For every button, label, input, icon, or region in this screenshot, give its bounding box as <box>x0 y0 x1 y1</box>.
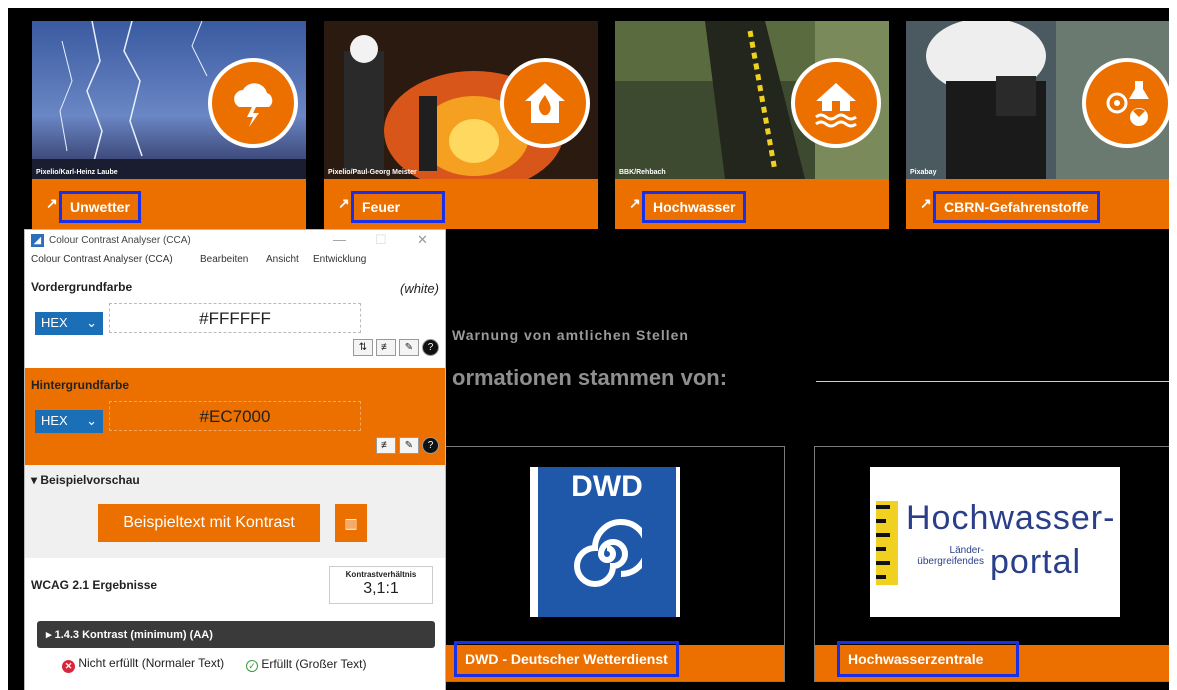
help-icon[interactable]: ? <box>422 339 439 356</box>
tile-bar[interactable]: ↗ Hochwasser <box>615 179 889 229</box>
tile-feuer[interactable]: Pixelio/Paul-Georg Meister ↗ Feuer <box>324 21 598 229</box>
contrast-ratio-value: 3,1:1 <box>363 580 399 597</box>
criterion-143-toggle[interactable]: ▸ 1.4.3 Kontrast (minimum) (AA) <box>37 621 435 648</box>
partner-label[interactable]: Hochwasserzentrale <box>837 641 1019 677</box>
menu-app[interactable]: Colour Contrast Analyser (CCA) <box>31 254 173 265</box>
window-title: Colour Contrast Analyser (CCA) <box>49 235 191 246</box>
app-icon: ◢ <box>31 234 44 247</box>
house-fire-icon <box>500 58 590 148</box>
logo-subtitle: Länder-übergreifendes <box>914 545 984 567</box>
tile-hochwasser[interactable]: BBK/Rehbach ↗ Hochwasser <box>615 21 889 229</box>
minimize-icon[interactable]: — <box>333 232 346 247</box>
external-link-icon: ↗ <box>920 195 932 211</box>
external-link-icon: ↗ <box>629 195 641 211</box>
check-icon: ✓ <box>246 660 258 672</box>
tile-bar[interactable]: ↗ Unwetter <box>32 179 306 229</box>
chevron-down-icon: ⌄ <box>86 315 97 330</box>
menu-ansicht[interactable]: Ansicht <box>266 254 299 265</box>
spiral-icon <box>574 519 642 587</box>
foreground-hex-input[interactable]: #FFFFFF <box>109 303 361 333</box>
result-pass: ✓ Erfüllt (Großer Text) <box>246 657 366 672</box>
sliders-icon[interactable]: ≢ <box>376 437 396 454</box>
background-tools: ≢ ✎? <box>373 437 439 454</box>
partner-bar[interactable]: DWD - Deutscher Wetterdienst <box>424 641 784 681</box>
warning-text: Warnung von amtlichen Stellen <box>452 327 689 343</box>
foreground-label: Vordergrundfarbe <box>31 280 133 294</box>
external-link-icon: ↗ <box>46 195 58 211</box>
title-bar[interactable]: ◢ Colour Contrast Analyser (CCA) — ☐ ✕ <box>25 230 445 252</box>
partner-label[interactable]: DWD - Deutscher Wetterdienst <box>454 641 679 677</box>
tile-label[interactable]: Unwetter <box>59 191 141 223</box>
sample-text: Beispieltext mit Kontrast <box>98 504 320 542</box>
tile-label[interactable]: Hochwasser <box>642 191 747 223</box>
eyedropper-icon[interactable]: ✎ <box>399 437 419 454</box>
thunderstorm-icon <box>208 58 298 148</box>
external-link-icon: ↗ <box>338 195 350 211</box>
background-hex-input[interactable]: #EC7000 <box>109 401 361 431</box>
tile-bar[interactable]: ↗ CBRN-Gefahrenstoffe <box>906 179 1169 229</box>
sliders-icon[interactable]: ≢ <box>376 339 396 356</box>
help-icon[interactable]: ? <box>422 437 439 454</box>
cca-window[interactable]: ◢ Colour Contrast Analyser (CCA) — ☐ ✕ C… <box>24 229 446 690</box>
partner-card-hochwasser[interactable]: Hochwasser- Länder-übergreifendes portal… <box>814 446 1169 682</box>
maximize-icon[interactable]: ☐ <box>375 232 387 248</box>
photo-credit: Pixelio/Karl-Heinz Laube <box>36 169 118 176</box>
logo-title: Hochwasser- <box>906 499 1116 537</box>
foreground-tools: ⇅ ≢ ✎? <box>350 339 439 356</box>
results-section: WCAG 2.1 Ergebnisse Kontrastverhältnis 3… <box>25 558 445 690</box>
tile-cbrn[interactable]: Pixabay ↗ CBRN-Gefahrenstoffe <box>906 21 1169 229</box>
fail-icon: ✕ <box>62 660 75 673</box>
logo-small1: Länder- <box>949 545 984 556</box>
foreground-section: Vordergrundfarbe (white) HEX ⌄ #FFFFFF ⇅… <box>25 270 445 368</box>
photo-credit: Pixelio/Paul-Georg Meister <box>328 169 417 176</box>
sources-heading: ormationen stammen von: <box>452 365 728 390</box>
photo-credit: BBK/Rehbach <box>619 169 666 176</box>
partner-bar[interactable]: Hochwasserzentrale <box>815 641 1169 681</box>
logo-small2: übergreifendes <box>917 556 984 567</box>
biohazard-radiation-icon <box>1082 58 1169 148</box>
foreground-color-name: (white) <box>399 281 439 296</box>
chevron-down-icon: ⌄ <box>86 413 97 428</box>
fail-text: Nicht erfüllt (Normaler Text) <box>78 656 225 670</box>
eyedropper-icon[interactable]: ✎ <box>399 339 419 356</box>
divider <box>816 381 1169 382</box>
preview-toggle[interactable]: ▾ Beispielvorschau <box>31 473 140 487</box>
result-fail: ✕ Nicht erfüllt (Normaler Text) <box>62 657 228 673</box>
background-label: Hintergrundfarbe <box>31 378 130 392</box>
tile-label[interactable]: Feuer <box>351 191 445 223</box>
pass-text: Erfüllt (Großer Text) <box>261 657 367 671</box>
results-title: WCAG 2.1 Ergebnisse <box>31 578 158 592</box>
background-section: Hintergrundfarbe HEX ⌄ #EC7000 ≢ ✎? <box>25 368 445 465</box>
close-icon[interactable]: ✕ <box>417 232 428 248</box>
dwd-logo-text: DWD <box>571 470 643 503</box>
preview-section: ▾ Beispielvorschau Beispieltext mit Kont… <box>25 465 445 558</box>
tile-bar[interactable]: ↗ Feuer <box>324 179 598 229</box>
foreground-format-select[interactable]: HEX ⌄ <box>35 312 103 335</box>
gauge-icon <box>876 501 898 585</box>
dwd-logo: DWD <box>530 467 680 617</box>
menu-bar: Colour Contrast Analyser (CCA) Bearbeite… <box>25 252 445 270</box>
partner-card-dwd[interactable]: DWD DWD - Deutscher Wetterdienst <box>423 446 785 682</box>
contrast-ratio-label: Kontrastverhältnis <box>345 570 417 579</box>
menu-entwicklung[interactable]: Entwicklung <box>313 254 366 265</box>
tile-label[interactable]: CBRN-Gefahrenstoffe <box>933 191 1100 223</box>
background-format-select[interactable]: HEX ⌄ <box>35 410 103 433</box>
menu-bearbeiten[interactable]: Bearbeiten <box>200 254 248 265</box>
hochwasser-portal-logo: Hochwasser- Länder-übergreifendes portal <box>870 467 1120 617</box>
swap-icon[interactable]: ⇅ <box>353 339 373 356</box>
contrast-ratio-box: Kontrastverhältnis 3,1:1 <box>329 566 433 604</box>
chart-icon[interactable]: ▥ <box>335 504 367 542</box>
tile-unwetter[interactable]: Pixelio/Karl-Heinz Laube ↗ Unwetter <box>32 21 306 229</box>
format-value: HEX <box>41 413 68 428</box>
photo-credit: Pixabay <box>910 169 937 176</box>
house-flood-icon <box>791 58 881 148</box>
format-value: HEX <box>41 315 68 330</box>
logo-portal: portal <box>990 543 1082 581</box>
